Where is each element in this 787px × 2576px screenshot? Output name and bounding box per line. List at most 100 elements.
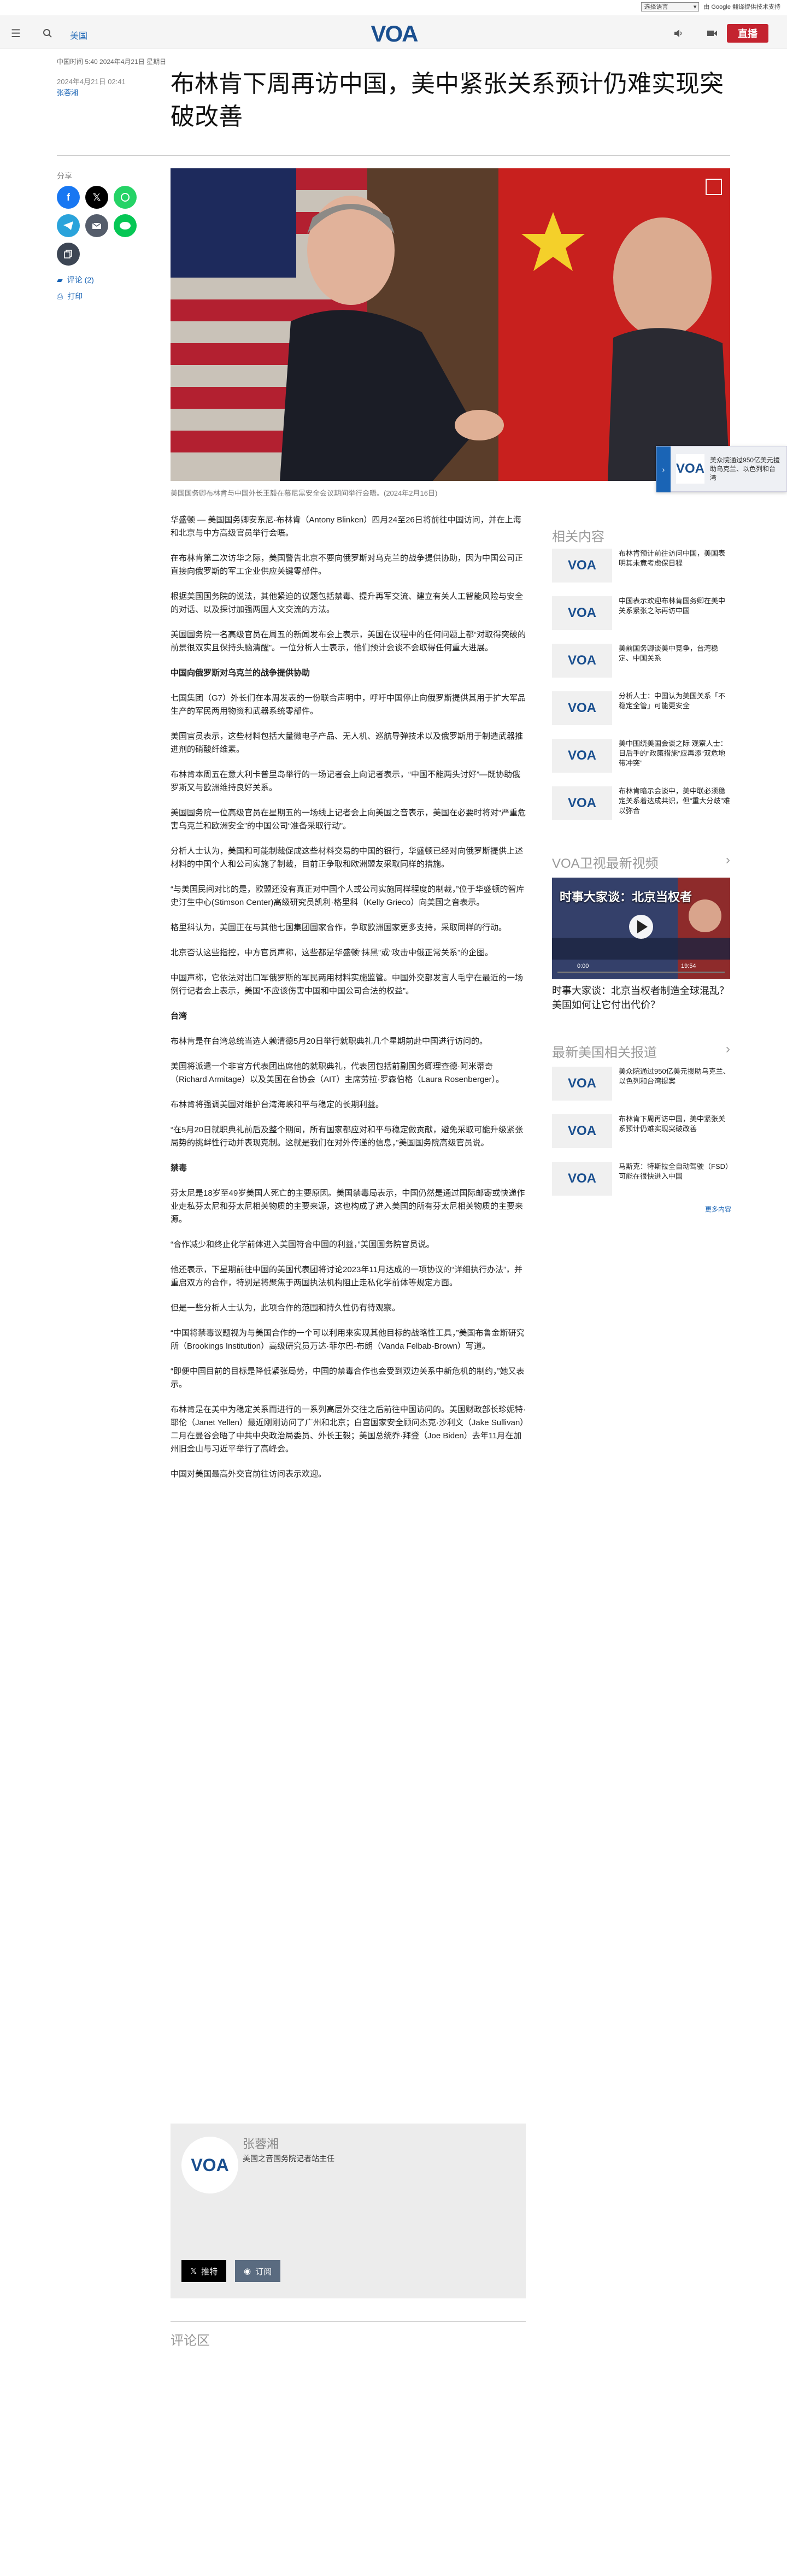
list-item-title: 中国表示欢迎布林肯国务卿在美中关系紧张之际再访中国 (619, 597, 726, 615)
article-paragraph: 分析人士认为，美国和可能制裁促成这些材料交易的中国的银行，华盛顿已经对向俄罗斯提… (171, 846, 524, 869)
x-icon: 𝕏 (190, 2267, 197, 2276)
more-link[interactable]: 更多内容 (705, 1204, 731, 1214)
mail-icon[interactable] (85, 214, 108, 237)
voa-thumb-logo: VOA (552, 786, 612, 820)
article-paragraph: 中国声称，它依法对出口军俄罗斯的军民两用材料实施监管。中国外交部发言人毛宁在最近… (171, 973, 524, 996)
latest-title: 最新美国相关报道 (552, 1045, 657, 1060)
follow-x-button[interactable]: 𝕏 推特 (181, 2260, 227, 2282)
rss-icon: ◉ (244, 2267, 251, 2276)
article-paragraph: 在布林肯第二次访华之际，美国警告北京不要向俄罗斯对乌克兰的战争提供协助，因为中国… (171, 554, 524, 576)
byline-author-link[interactable]: 张蓉湘 (57, 87, 126, 98)
search-icon[interactable] (39, 25, 56, 42)
telegram-icon[interactable] (57, 214, 80, 237)
voa-thumb-logo: VOA (552, 1067, 612, 1101)
voa-thumb-logo: VOA (552, 739, 612, 773)
translate-powered: 由 Google 翻译提供技术支持 (703, 4, 780, 10)
related-list: VOA 布林肯预计前往访问中国，美国表明其未竟考虑保日程 VOA 中国表示欢迎布林肯国… (552, 549, 730, 834)
section-heading: 台湾 (171, 1011, 187, 1021)
list-item[interactable]: VOA 布林肯预计前往访问中国，美国表明其未竟考虑保日程 (552, 549, 730, 583)
list-item[interactable]: VOA 马斯克：特斯拉全自动驾驶（FSD）可能在很快进入中国 (552, 1162, 730, 1196)
list-item-title: 美众院通过950亿美元援助乌克兰、以色列和台湾提案 (619, 1067, 730, 1085)
list-item-title: 布林肯下周再访中国，美中紧张关系预计仍难实现突破改善 (619, 1115, 726, 1133)
article-paragraph: 中国对美国最高外交官前往访问表示欢迎。 (171, 1469, 327, 1479)
comments-section-title: 评论区 (171, 2321, 526, 2349)
print-link[interactable]: ⎙ 打印 (57, 291, 83, 302)
comment-icon: ▰ (57, 275, 63, 284)
floating-card-text: 美众院通过950亿美元援助乌克兰、以色列和台湾 (710, 456, 780, 481)
voa-thumb-logo: VOA (552, 691, 612, 725)
article-paragraph: 芬太尼是18岁至49岁美国人死亡的主要原因。美国禁毒局表示，中国仍然是通过国际邮… (171, 1189, 525, 1224)
video-heading[interactable]: VOA卫视最新视频 › (552, 852, 730, 872)
header-category-link[interactable]: 美国 (70, 28, 87, 42)
voa-thumb-logo: VOA (552, 1114, 612, 1148)
whatsapp-icon[interactable] (114, 186, 137, 209)
article-paragraph: 他还表示，下星期前往中国的美国代表团将讨论2023年11月达成的一项协议的“详细… (171, 1265, 522, 1287)
article-paragraph: “与美国民间对比的是，欧盟还没有真正对中国个人或公司实施同样程度的制裁，”位于华… (171, 885, 525, 907)
author-name[interactable]: 张蓉湘 (243, 2134, 279, 2152)
video-icon[interactable] (704, 25, 720, 42)
article-paragraph: 华盛顿 — 美国国务卿安东尼·布林肯（Antony Blinken）四月24至2… (171, 515, 521, 538)
article-paragraph: 布林肯将强调美国对维护台湾海峡和平与稳定的长期利益。 (171, 1100, 384, 1109)
copy-link-icon[interactable] (57, 243, 80, 266)
article-paragraph: 布林肯是在台湾总统当选人赖清德5月20日举行就职典礼几个星期前赴中国进行访问的。 (171, 1037, 488, 1046)
x-icon[interactable]: 𝕏 (85, 186, 108, 209)
article-paragraph: 美国官员表示，这些材料包括大量微电子产品、无人机、巡航导弹技术以及俄罗斯用于制造… (171, 732, 524, 754)
related-title: 相关内容 (552, 530, 604, 544)
publish-date: 2024年4月21日 02:41 (57, 78, 126, 86)
article-paragraph: 北京否认这些指控，中方官员声称，这些都是华盛顿“抹黑”或“攻击中俄正常关系”的企… (171, 948, 493, 957)
list-item-title: 美中围绕美国会谈之际 观察人士：日后手的“政策措施”应再添“双危地带冲突” (619, 739, 727, 767)
article-paragraph: 格里科认为，美国正在与其他七国集团国家合作，争取欧洲国家更多支持，采取同样的行动… (171, 923, 507, 932)
follow-label: 推特 (201, 2267, 218, 2277)
latest-list: VOA 美众院通过950亿美元援助乌克兰、以色列和台湾提案 VOA 布林肯下周再访中国… (552, 1067, 730, 1209)
voa-thumb-logo: VOA (552, 549, 612, 583)
breadcrumb: 中国时间 5:40 2024年4月21日 星期日 (57, 58, 167, 66)
site-header: ☰ 美国 VOA 直播 (0, 13, 787, 49)
voa-thumb-logo: VOA (552, 1162, 612, 1196)
voa-thumb-logo: VOA (552, 596, 612, 630)
menu-icon[interactable]: ☰ (8, 25, 24, 42)
line-icon[interactable] (114, 214, 137, 237)
voa-thumb-logo: VOA (676, 454, 705, 484)
rss-subscribe-button[interactable]: ◉ 订阅 (235, 2260, 281, 2282)
article-paragraph: “在5月20日就职典礼前后及整个期间，所有国家都应对和平与稳定做贡献，避免采取可… (171, 1125, 524, 1148)
article-paragraph: 美国国务院一位高级官员在星期五的一场线上记者会上向美国之音表示，美国在必要时将对… (171, 808, 526, 831)
video-title-link[interactable]: 时事大家谈：北京当权者制造全球混乱？美国如何让它付出代价？ (552, 984, 730, 1012)
list-item-title: 分析人士：中国认为美国关系「不稳定全管」可能更安全 (619, 692, 726, 710)
comments-link[interactable]: ▰ 评论 (2) (57, 274, 94, 285)
author-role: 美国之音国务院记者站主任 (243, 2154, 334, 2163)
share-label: 分享 (57, 172, 72, 180)
list-item[interactable]: VOA 美前国务卿谈美中竞争，台湾稳定、中国关系 (552, 644, 730, 678)
chevron-down-icon: ▾ (693, 3, 697, 10)
article-paragraph: “即便中国目前的目标是降低紧张局势，中国的禁毒合作也会受到双边关系中新危机的制约… (171, 1367, 525, 1389)
facebook-icon[interactable]: f (57, 186, 80, 209)
list-item-title: 布林肯暗示会谈中，美中联必须稳定关系着达成共识，但“重大分歧”难以弥合 (619, 787, 730, 815)
chevron-right-icon: › (726, 1042, 730, 1056)
floating-related-card[interactable]: › VOA 美众院通过950亿美元援助乌克兰、以色列和台湾 (656, 446, 787, 492)
list-item[interactable]: VOA 美众院通过950亿美元援助乌克兰、以色列和台湾提案 (552, 1067, 730, 1101)
article-paragraph: 根据美国国务院的说法，其他紧迫的议题包括禁毒、提升再军交流、建立有关人工智能风险… (171, 592, 524, 614)
voa-logo[interactable]: VOA (364, 21, 424, 46)
svg-text:VOA: VOA (371, 21, 418, 46)
video-section-title: VOA卫视最新视频 (552, 856, 659, 871)
audio-icon[interactable] (670, 25, 686, 42)
comments-link-label: 评论 (2) (67, 275, 94, 284)
list-item[interactable]: VOA 中国表示欢迎布林肯国务卿在美中关系紧张之际再访中国 (552, 596, 730, 630)
page-title: 布林肯下周再访中国，美中紧张关系预计仍难实现突破改善 (171, 70, 724, 130)
list-item[interactable]: VOA 布林肯下周再访中国，美中紧张关系预计仍难实现突破改善 (552, 1114, 730, 1148)
avatar: VOA (181, 2137, 238, 2193)
voa-thumb-logo: VOA (552, 644, 612, 678)
live-button[interactable]: 直播 (727, 24, 768, 43)
list-item[interactable]: VOA 分析人士：中国认为美国关系「不稳定全管」可能更安全 (552, 691, 730, 725)
video-player[interactable]: 时事大家谈：北京当权者 0:00 19:54 (552, 878, 730, 979)
section-heading: 禁毒 (171, 1163, 187, 1173)
divider (57, 155, 730, 156)
article-meta: 2024年4月21日 02:41 张蓉湘 (57, 77, 126, 98)
article-paragraph: 布林肯是在美中为稳定关系而进行的一系列高层外交往之后前往中国访问的。美国财政部长… (171, 1405, 526, 1454)
list-item[interactable]: VOA 美中围绕美国会谈之际 观察人士：日后手的“政策措施”应再添“双危地带冲突” (552, 739, 730, 773)
language-select[interactable]: 选择语言 ▾ (641, 2, 700, 11)
latest-heading[interactable]: 最新美国相关报道 › (552, 1042, 730, 1061)
list-item[interactable]: VOA 布林肯暗示会谈中，美中联必须稳定关系着达成共识，但“重大分歧”难以弥合 (552, 786, 730, 820)
list-item-title: 美前国务卿谈美中竞争，台湾稳定、中国关系 (619, 644, 719, 662)
top-bar: 选择语言 ▾ 由 Google 翻译提供技术支持 (0, 0, 787, 13)
list-item-title: 布林肯预计前往访问中国，美国表明其未竟考虑保日程 (619, 549, 726, 567)
